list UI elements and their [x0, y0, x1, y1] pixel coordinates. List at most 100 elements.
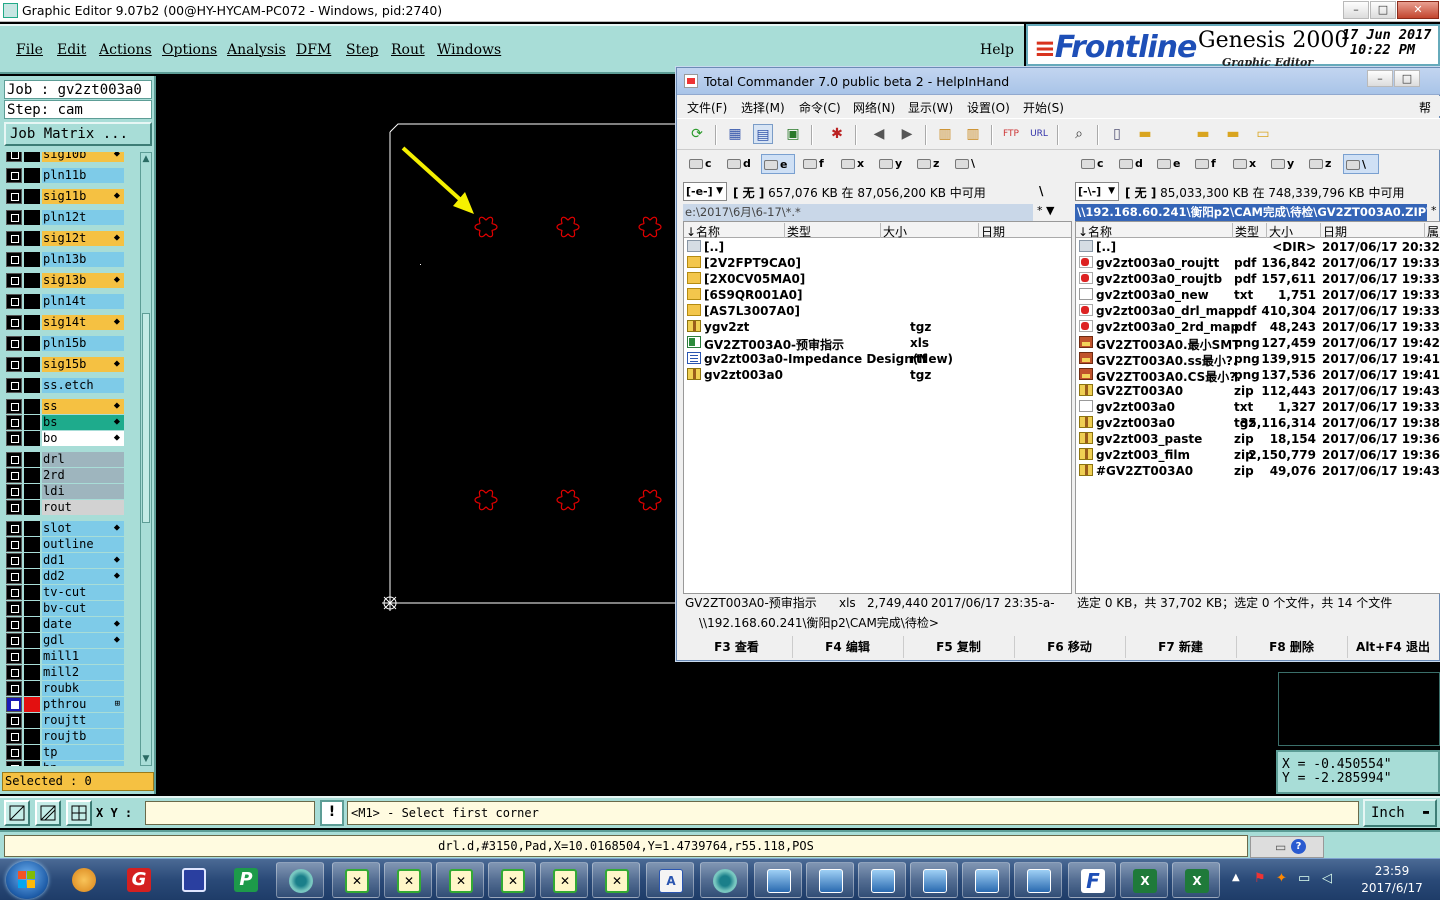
- left-drive-select[interactable]: [-e-] ▼: [683, 182, 727, 201]
- layer-name[interactable]: pln12t: [42, 210, 124, 225]
- layer-name[interactable]: mill1: [42, 649, 124, 664]
- layer-color-swatch[interactable]: [24, 252, 40, 267]
- layer-name[interactable]: rout: [42, 500, 124, 515]
- menu-step[interactable]: Step: [346, 42, 378, 58]
- layer-color-swatch[interactable]: [24, 468, 40, 483]
- layer-row-pthrou[interactable]: pthrou ⊞: [4, 696, 138, 712]
- right-file-row[interactable]: gv2zt003a0_roujtt pdf 136,842 2017/06/17 19…: [1076, 255, 1440, 271]
- layer-name[interactable]: sig15b ⬥: [42, 357, 124, 372]
- col-date[interactable]: 日期: [978, 223, 1005, 239]
- layer-row-sig12t[interactable]: sig12t ⬥: [4, 230, 138, 246]
- menu-actions[interactable]: Actions: [99, 42, 152, 58]
- drive-d-left[interactable]: d: [725, 154, 751, 174]
- layer-name[interactable]: ldi: [42, 484, 124, 499]
- layer-row-sig13b[interactable]: sig13b ⬥: [4, 272, 138, 288]
- brief-view-icon[interactable]: ▦: [725, 124, 745, 144]
- left-file-row[interactable]: gv2zt003a0-Impedance Design(New) rtf: [684, 351, 1071, 367]
- layer-row-ss.etch[interactable]: ss.etch: [4, 377, 138, 393]
- right-file-row[interactable]: gv2zt003a0_new txt 1,751 2017/06/17 19:33-a…: [1076, 287, 1440, 303]
- layer-checkbox[interactable]: [6, 537, 22, 552]
- col-type[interactable]: 类型: [1232, 223, 1259, 239]
- right-file-row[interactable]: #GV2ZT003A0 zip 49,076 2017/06/17 19:43-a-: [1076, 463, 1440, 479]
- layer-checkbox[interactable]: [6, 357, 22, 372]
- layer-name[interactable]: bo ⬥: [42, 431, 124, 446]
- menu-windows[interactable]: Windows: [437, 42, 501, 58]
- taskbar-excel-icon-1[interactable]: X: [1120, 862, 1168, 898]
- right-file-row[interactable]: gv2zt003a0 txt 1,327 2017/06/17 19:33-a-: [1076, 399, 1440, 415]
- right-file-row[interactable]: gv2zt003a0_drl_map pdf 410,304 2017/06/17 1…: [1076, 303, 1440, 319]
- f5-copy-button[interactable]: F5 复制: [903, 636, 1015, 658]
- layer-color-swatch[interactable]: [24, 553, 40, 568]
- layer-color-swatch[interactable]: [24, 649, 40, 664]
- layer-color-swatch[interactable]: [24, 681, 40, 696]
- altf4-exit-button[interactable]: Alt+F4 退出: [1347, 636, 1439, 658]
- tray-app-icon[interactable]: ✦: [1276, 871, 1287, 886]
- layer-checkbox[interactable]: [6, 617, 22, 632]
- taskbar-eye-icon[interactable]: [276, 862, 324, 898]
- taskbar-eye-icon-2[interactable]: [700, 862, 748, 898]
- job-matrix-button[interactable]: Job Matrix ...: [4, 122, 152, 146]
- right-file-panel[interactable]: ↓名称 类型 大小 日期 属 [..] <DIR> 2017/06/17 20:32…: [1075, 221, 1440, 594]
- thermal-pad[interactable]: [638, 216, 662, 238]
- layer-name[interactable]: roubk: [42, 681, 124, 696]
- layer-checkbox[interactable]: [6, 681, 22, 696]
- layer-color-swatch[interactable]: [24, 378, 40, 393]
- layer-checkbox[interactable]: [6, 484, 22, 499]
- layer-color-swatch[interactable]: [24, 168, 40, 183]
- left-file-row[interactable]: [2X0CV05MA0]: [684, 271, 1071, 287]
- scroll-down-icon[interactable]: ▼: [141, 753, 151, 765]
- taskbar-image-icon-4[interactable]: [910, 862, 958, 898]
- layer-checkbox[interactable]: [6, 210, 22, 225]
- col-type[interactable]: 类型: [784, 223, 811, 239]
- layer-color-swatch[interactable]: [24, 585, 40, 600]
- close-button[interactable]: ✕: [1397, 1, 1439, 19]
- layer-checkbox[interactable]: [6, 569, 22, 584]
- layer-row-roujtt[interactable]: roujtt: [4, 712, 138, 728]
- col-attr[interactable]: 属: [1424, 223, 1439, 239]
- layer-row-ldi[interactable]: ldi: [4, 483, 138, 499]
- graphic-canvas[interactable]: [156, 76, 676, 794]
- right-history-icon[interactable]: *: [1431, 204, 1437, 217]
- layer-row-pln13b[interactable]: pln13b: [4, 251, 138, 267]
- layer-checkbox[interactable]: [6, 649, 22, 664]
- layer-name[interactable]: pln14t: [42, 294, 124, 309]
- layer-row-slot[interactable]: slot ⬥: [4, 520, 138, 536]
- layer-row-date[interactable]: date ⬥: [4, 616, 138, 632]
- tray-flag-icon[interactable]: ⚑: [1254, 871, 1266, 886]
- layer-color-swatch[interactable]: [24, 336, 40, 351]
- col-date[interactable]: 日期: [1320, 223, 1347, 239]
- right-file-row[interactable]: gv2zt003a0_roujtb pdf 157,611 2017/06/17 19…: [1076, 271, 1440, 287]
- drive-x-left[interactable]: x: [839, 154, 864, 174]
- taskbar-xwin-icon-1[interactable]: ✕: [332, 862, 380, 898]
- layer-name[interactable]: pln11b: [42, 168, 124, 183]
- thermal-pad[interactable]: [474, 489, 498, 511]
- layer-name[interactable]: sig10b ⬥: [42, 152, 124, 162]
- left-file-row[interactable]: [..]: [684, 239, 1071, 255]
- layer-row-roubk[interactable]: roubk: [4, 680, 138, 696]
- drive-z-right[interactable]: z: [1307, 154, 1331, 174]
- layer-row-sig11b[interactable]: sig11b ⬥: [4, 188, 138, 204]
- thermal-pad[interactable]: [556, 216, 580, 238]
- full-view-icon[interactable]: ▤: [753, 124, 773, 144]
- folder-icon-2[interactable]: ▬: [1193, 124, 1213, 144]
- maximize-button[interactable]: □: [1370, 1, 1396, 19]
- layer-name[interactable]: gdl ⬥: [42, 633, 124, 648]
- keyboard-icon[interactable]: ▭: [1275, 840, 1286, 854]
- layer-row-mill1[interactable]: mill1: [4, 648, 138, 664]
- layer-name[interactable]: bs ⬥: [42, 415, 124, 430]
- taskbar-xwin-icon-3[interactable]: ✕: [436, 862, 484, 898]
- left-history-icon[interactable]: * ▼: [1037, 204, 1054, 217]
- layer-row-tp[interactable]: tp: [4, 744, 138, 760]
- layer-name[interactable]: pln15b: [42, 336, 124, 351]
- back-icon[interactable]: ◀: [869, 124, 889, 144]
- layer-color-swatch[interactable]: [24, 484, 40, 499]
- layer-row-2rd[interactable]: 2rd: [4, 467, 138, 483]
- layer-name[interactable]: roujtt: [42, 713, 124, 728]
- layer-checkbox[interactable]: [6, 761, 22, 766]
- drive-x-right[interactable]: x: [1231, 154, 1256, 174]
- layer-color-swatch[interactable]: [24, 521, 40, 536]
- layer-name[interactable]: ss ⬥: [42, 399, 124, 414]
- layer-checkbox[interactable]: [6, 500, 22, 515]
- refresh-icon[interactable]: ⟳: [687, 124, 707, 144]
- taskbar-clock[interactable]: 23:59 2017/6/17: [1352, 863, 1432, 897]
